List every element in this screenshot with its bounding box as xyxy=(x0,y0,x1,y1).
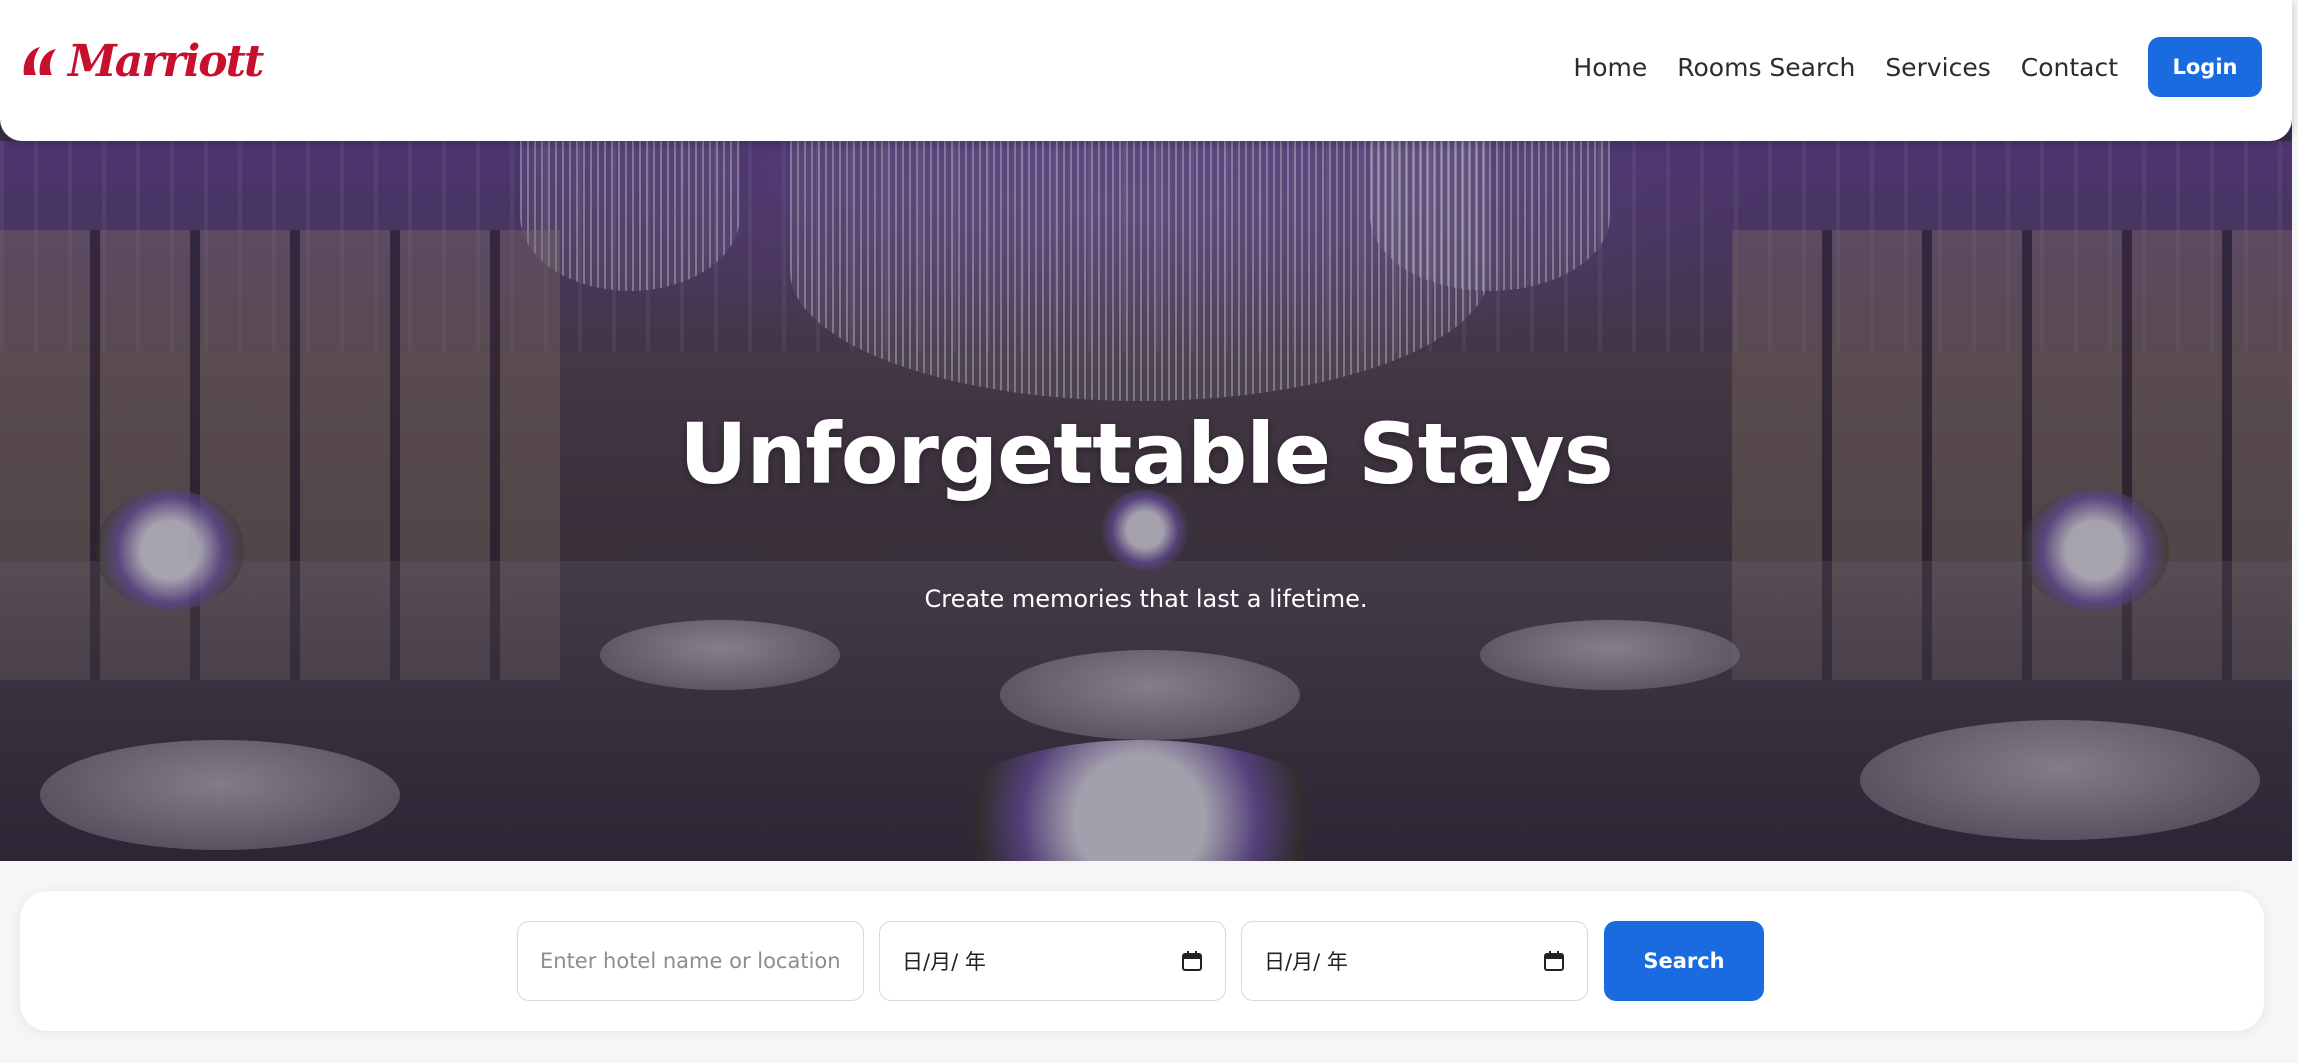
check-out-date-input[interactable]: 日/月/ 年 xyxy=(1241,921,1588,1001)
nav-home-link[interactable]: Home xyxy=(1573,53,1647,82)
login-button[interactable]: Login xyxy=(2148,37,2262,97)
site-header: Marriott Home Rooms Search Services Cont… xyxy=(0,0,2292,141)
nav-services-link[interactable]: Services xyxy=(1885,53,1990,82)
calendar-icon[interactable] xyxy=(1543,950,1565,972)
nav-contact-link[interactable]: Contact xyxy=(2021,53,2118,82)
brand-logo[interactable]: Marriott xyxy=(20,36,264,87)
hero-title: Unforgettable Stays xyxy=(679,405,1613,503)
search-button[interactable]: Search xyxy=(1604,921,1764,1001)
brand-name: Marriott xyxy=(68,36,264,87)
marriott-logo-icon xyxy=(23,47,56,75)
check-out-date-value: 日/月/ 年 xyxy=(1264,950,1348,974)
check-in-date-value: 日/月/ 年 xyxy=(902,950,986,974)
search-card: 日/月/ 年 日/月/ 年 Search xyxy=(20,891,2264,1031)
nav-rooms-search-link[interactable]: Rooms Search xyxy=(1677,53,1855,82)
check-in-date-input[interactable]: 日/月/ 年 xyxy=(879,921,1226,1001)
hero-subtitle: Create memories that last a lifetime. xyxy=(924,585,1368,613)
main-nav: Home Rooms Search Services Contact Login xyxy=(1573,0,2292,134)
calendar-icon[interactable] xyxy=(1181,950,1203,972)
location-search-input[interactable] xyxy=(517,921,864,1001)
